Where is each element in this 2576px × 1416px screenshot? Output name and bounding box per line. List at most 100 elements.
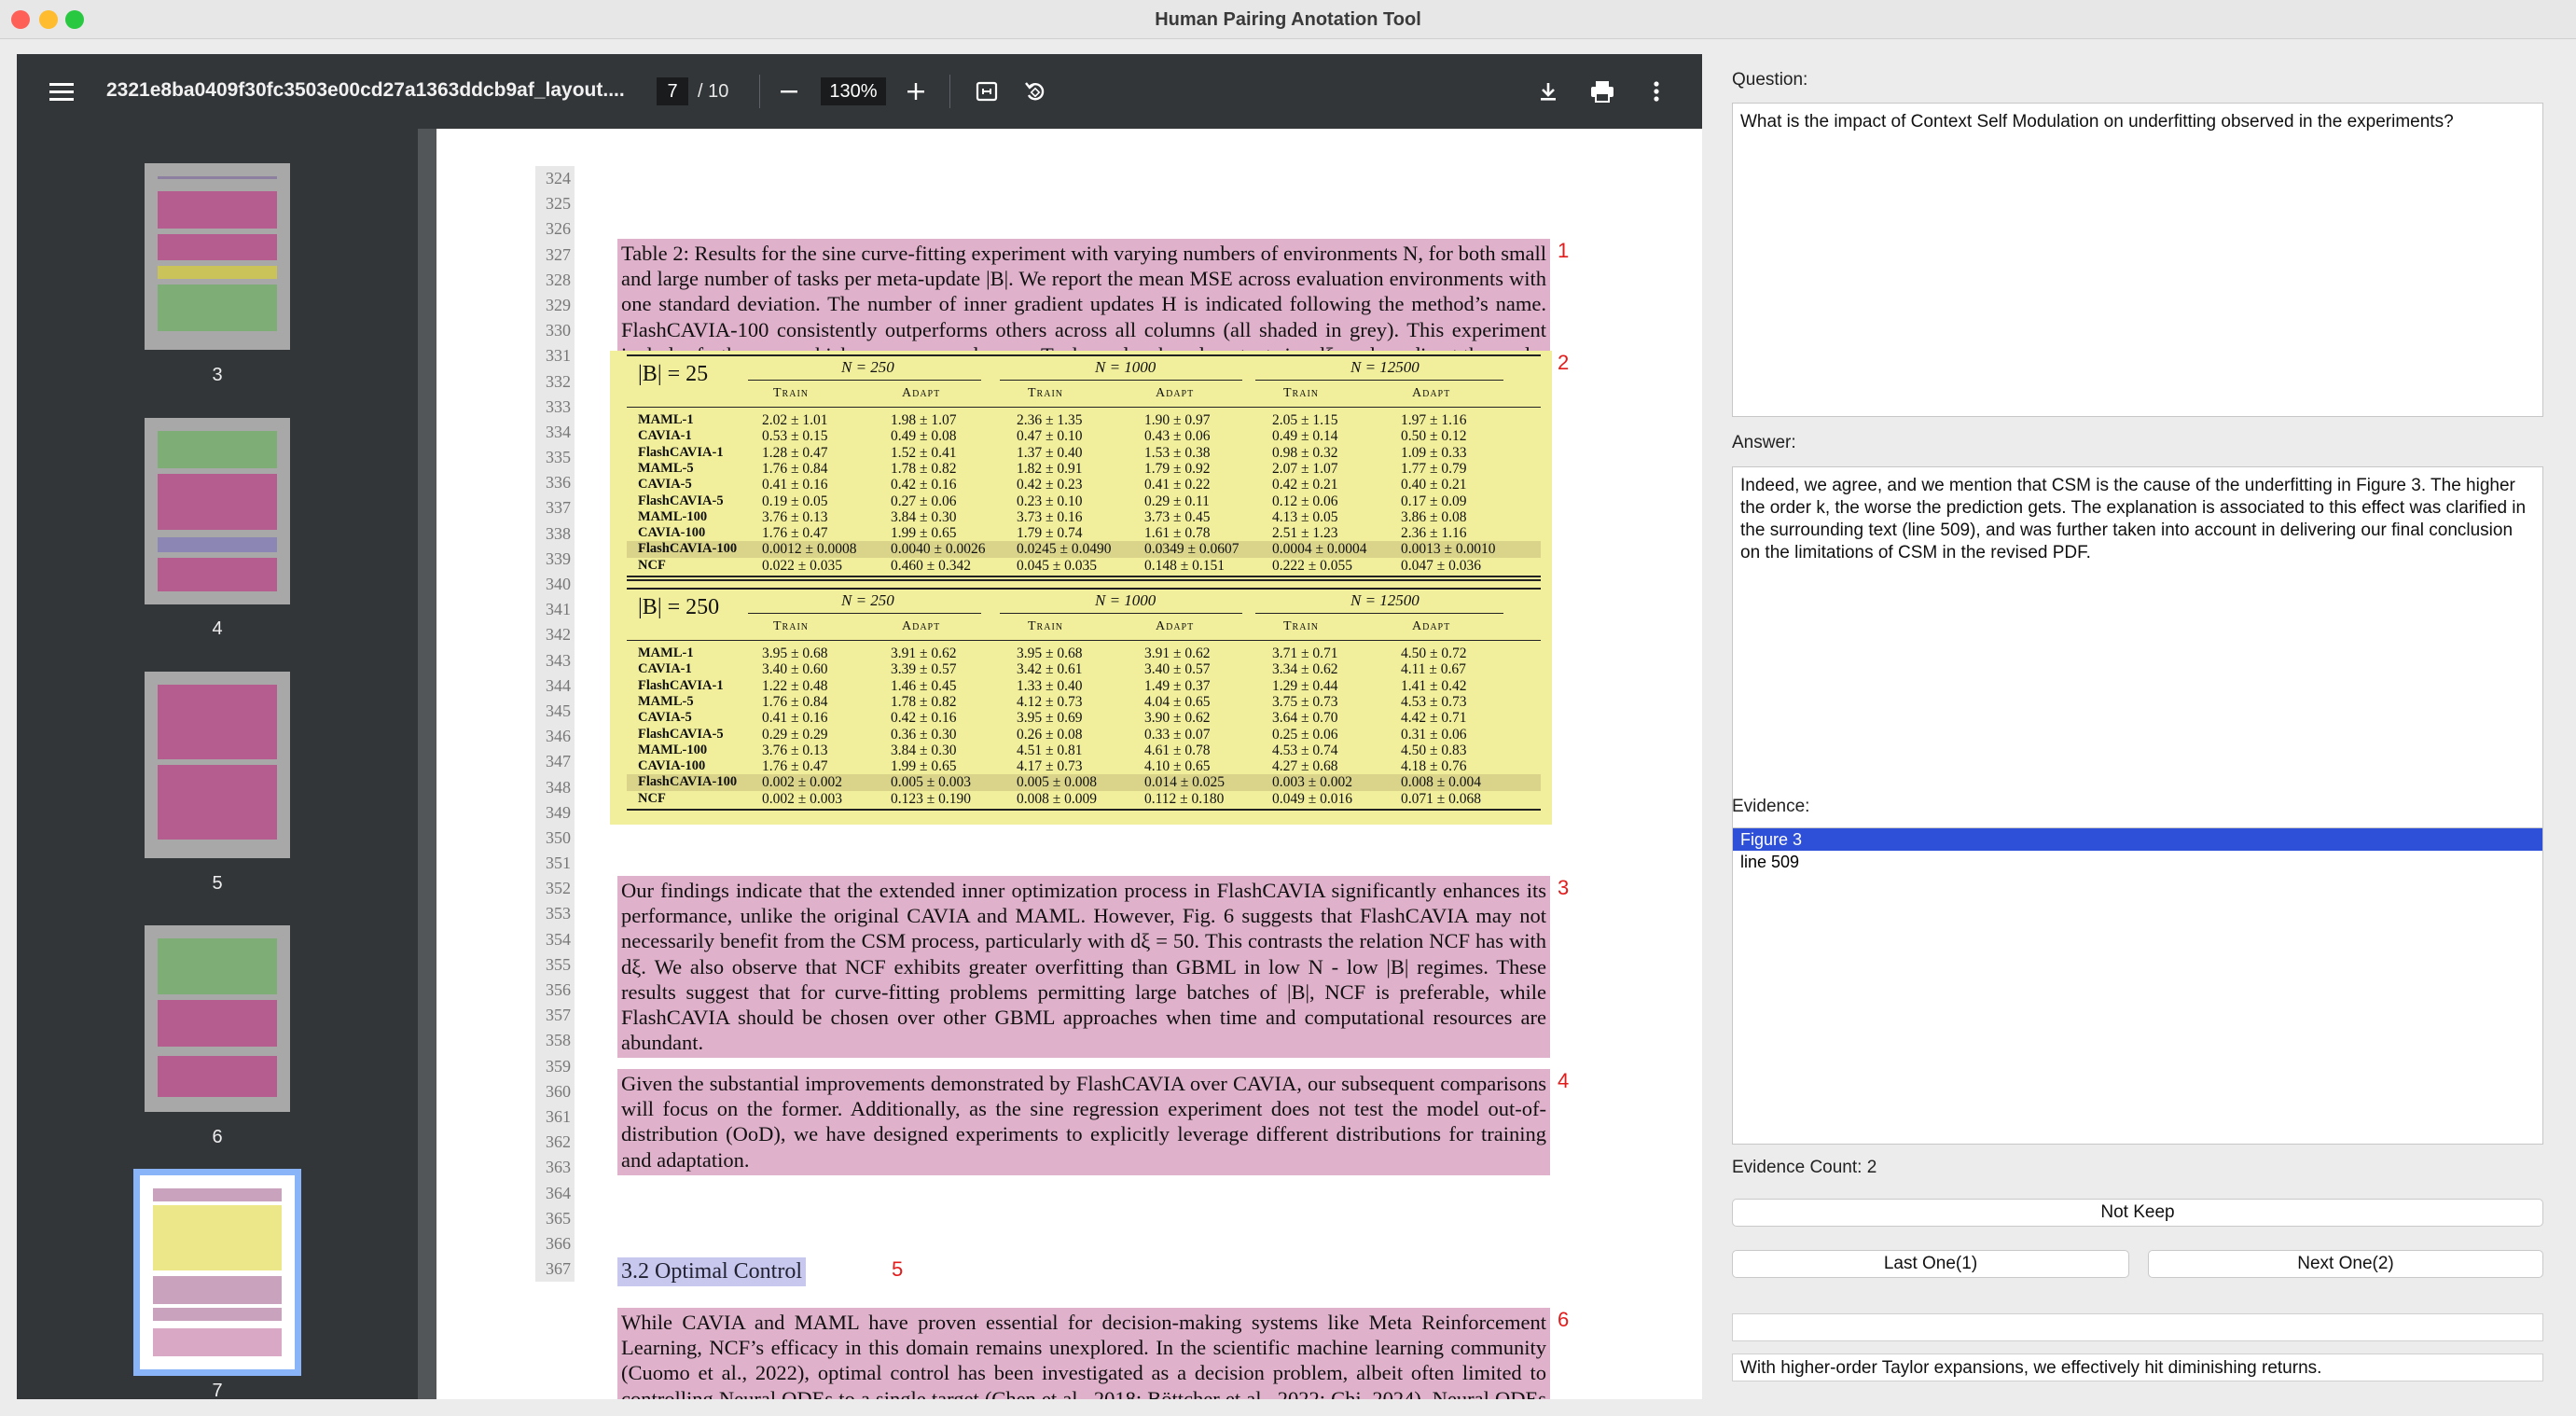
question-label: Question: xyxy=(1732,70,1808,90)
table-cell: 0.148 ± 0.151 xyxy=(1144,557,1226,574)
table-cell: 3.73 ± 0.16 xyxy=(1017,508,1083,525)
table-cell: 3.76 ± 0.13 xyxy=(762,508,828,525)
menu-icon[interactable] xyxy=(47,76,76,106)
table-cell: 0.42 ± 0.23 xyxy=(1017,477,1083,493)
table-cell: 1.78 ± 0.82 xyxy=(891,693,957,710)
table-cell: 1.82 ± 0.91 xyxy=(1017,460,1083,477)
table-rule xyxy=(627,640,1541,641)
line-number: 336 xyxy=(546,473,571,493)
paragraph-4-highlight[interactable]: Given the substantial improvements demon… xyxy=(617,1069,1550,1175)
table-cell: 3.75 ± 0.73 xyxy=(1272,693,1338,710)
line-number: 330 xyxy=(546,321,571,340)
line-number: 341 xyxy=(546,600,571,619)
table-cell: 4.12 ± 0.73 xyxy=(1017,693,1083,710)
page-number-input[interactable]: 7 xyxy=(657,77,688,105)
paragraph-marker: 2 xyxy=(1558,351,1570,374)
question-textbox[interactable]: What is the impact of Context Self Modul… xyxy=(1732,103,2543,417)
answer-textbox[interactable]: Indeed, we agree, and we mention that CS… xyxy=(1732,466,2543,836)
table-row: CAVIA-5 0.41 ± 0.16 0.42 ± 0.16 3.95 ± 0.69… xyxy=(627,710,1541,726)
table-cell: 2.51 ± 1.23 xyxy=(1272,525,1338,542)
zoom-out-icon[interactable] xyxy=(774,76,804,106)
section-heading-highlight[interactable]: 3.2 Optimal Control xyxy=(617,1257,806,1286)
print-icon[interactable] xyxy=(1587,76,1617,106)
table-cell: 1.90 ± 0.97 xyxy=(1144,412,1211,428)
table-cell: 3.40 ± 0.57 xyxy=(1144,661,1211,678)
table-cell: 0.33 ± 0.07 xyxy=(1144,726,1211,743)
zoom-level-input[interactable]: 130% xyxy=(821,77,886,105)
line-number: 337 xyxy=(546,498,571,518)
group-underline xyxy=(748,613,981,614)
table-cell: 1.22 ± 0.48 xyxy=(762,677,828,694)
download-icon[interactable] xyxy=(1533,76,1563,106)
column-header: Adapt xyxy=(1156,386,1195,400)
table-cell: 4.10 ± 0.65 xyxy=(1144,758,1211,775)
method-name: MAML-100 xyxy=(638,742,708,757)
table-cell: 1.97 ± 1.16 xyxy=(1401,412,1467,428)
thumbnail-page-6[interactable] xyxy=(145,925,290,1112)
last-one-button[interactable]: Last One(1) xyxy=(1732,1250,2129,1278)
table-cell: 0.045 ± 0.035 xyxy=(1017,557,1098,574)
fit-page-icon[interactable] xyxy=(972,76,1002,106)
line-number: 357 xyxy=(546,1006,571,1025)
thumbnail-label: 4 xyxy=(212,618,223,639)
table-cell: 4.18 ± 0.76 xyxy=(1401,758,1467,775)
table-cell: 0.41 ± 0.16 xyxy=(762,477,828,493)
table-cell: 1.78 ± 0.82 xyxy=(891,460,957,477)
table-cell: 1.76 ± 0.84 xyxy=(762,460,828,477)
next-one-button[interactable]: Next One(2) xyxy=(2148,1250,2543,1278)
line-number: 345 xyxy=(546,701,571,720)
method-name: CAVIA-5 xyxy=(638,710,692,726)
method-name: CAVIA-5 xyxy=(638,477,692,493)
table-cell: 0.29 ± 0.11 xyxy=(1144,493,1210,509)
table-cell: 0.42 ± 0.16 xyxy=(891,477,957,493)
zoom-in-icon[interactable] xyxy=(901,76,931,106)
line-number: 334 xyxy=(546,422,571,441)
thumbnail-page-3[interactable] xyxy=(145,163,290,350)
more-options-icon[interactable] xyxy=(1641,76,1671,106)
thumbnail-page-7-selected[interactable] xyxy=(133,1169,301,1376)
table-cell: 0.002 ± 0.003 xyxy=(762,790,843,807)
line-number: 326 xyxy=(546,219,571,239)
table-cell: 0.49 ± 0.14 xyxy=(1272,428,1338,445)
table-cell: 3.90 ± 0.62 xyxy=(1144,710,1211,727)
answer-label: Answer: xyxy=(1732,433,1796,452)
table-cell: 1.46 ± 0.45 xyxy=(891,677,957,694)
evidence-list[interactable]: Figure 3 line 509 xyxy=(1732,827,2543,1145)
table-cell: 0.29 ± 0.29 xyxy=(762,726,828,743)
table-cell: 1.77 ± 0.79 xyxy=(1401,460,1467,477)
column-header: Adapt xyxy=(1156,619,1195,633)
table-rule xyxy=(627,588,1541,590)
method-name: MAML-1 xyxy=(638,646,694,660)
document-scroll-area[interactable]: 324 325 326 327 328 329 330 331 332 333 334 335 336 3… xyxy=(418,129,1702,1399)
line-number: 340 xyxy=(546,575,571,593)
thumbnail-sidebar[interactable]: 3 4 5 6 7 xyxy=(17,129,418,1399)
rotate-icon[interactable] xyxy=(1020,76,1050,106)
evidence-item[interactable]: line 509 xyxy=(1733,851,2542,873)
table-cell: 0.43 ± 0.06 xyxy=(1144,428,1211,445)
table-cell: 1.79 ± 0.92 xyxy=(1144,460,1211,477)
summary-input[interactable]: With higher-order Taylor expansions, we … xyxy=(1732,1354,2543,1381)
line-number: 364 xyxy=(546,1183,571,1202)
method-name: NCF xyxy=(638,790,666,806)
table-2-highlight[interactable]: |B| = 25 N = 250 N = 1000 N = 12500 Train Ada… xyxy=(610,351,1552,825)
thumbnail-page-4[interactable] xyxy=(145,418,290,604)
line-number: 356 xyxy=(546,980,571,999)
line-number: 355 xyxy=(546,954,571,974)
table-cell: 1.76 ± 0.84 xyxy=(762,693,828,710)
table-cell: 1.33 ± 0.40 xyxy=(1017,677,1083,694)
table-cell: 0.47 ± 0.10 xyxy=(1017,428,1083,445)
table-row: NCF 0.022 ± 0.035 0.460 ± 0.342 0.045 ± 0.0… xyxy=(627,558,1541,574)
table-cell: 0.40 ± 0.21 xyxy=(1401,477,1467,493)
table-cell: 1.09 ± 0.33 xyxy=(1401,444,1467,461)
group-header: N = 1000 xyxy=(1095,358,1156,376)
table-row: CAVIA-100 1.76 ± 0.47 1.99 ± 0.65 1.79 ± 0.… xyxy=(627,525,1541,541)
thumbnail-page-5[interactable] xyxy=(145,672,290,858)
not-keep-button[interactable]: Not Keep xyxy=(1732,1199,2543,1227)
file-name: 2321e8ba0409f30fc3503e00cd27a1363ddcb9af… xyxy=(106,79,625,101)
table-cell: 3.73 ± 0.45 xyxy=(1144,508,1211,525)
paragraph-6-highlight[interactable]: While CAVIA and MAML have proven essenti… xyxy=(617,1308,1550,1399)
evidence-item-selected[interactable]: Figure 3 xyxy=(1733,828,2542,851)
table-cell: 0.008 ± 0.009 xyxy=(1017,790,1098,807)
note-input[interactable] xyxy=(1732,1313,2543,1341)
paragraph-3-highlight[interactable]: Our findings indicate that the extended … xyxy=(617,876,1550,1058)
